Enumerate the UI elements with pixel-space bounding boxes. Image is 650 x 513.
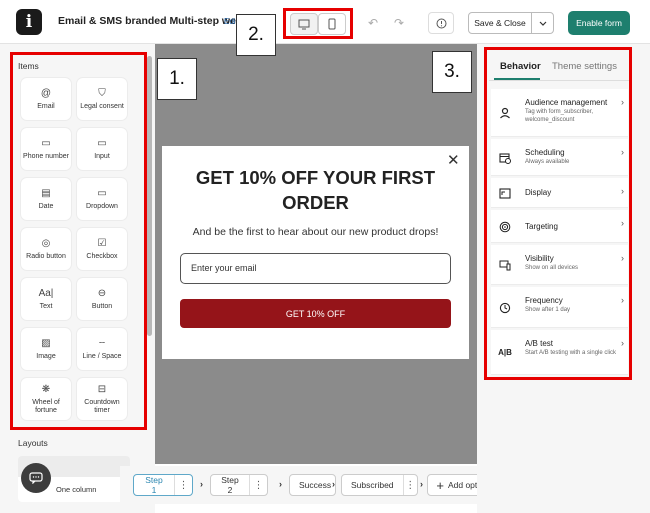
popup-subtext[interactable]: And be the first to hear about our new p…	[170, 226, 461, 238]
step-label: Step 1	[145, 475, 163, 495]
chevron-right-icon: ›	[420, 479, 423, 489]
callout-label-3: 3.	[432, 51, 472, 93]
chat-icon	[29, 472, 43, 484]
enable-form-button[interactable]: Enable form	[568, 11, 630, 35]
chevron-right-icon: ›	[200, 479, 203, 489]
step-label: Subscribed	[351, 480, 394, 490]
step-step-2[interactable]: Step 2 ⋮	[210, 474, 268, 496]
popup-headline[interactable]: GET 10% OFF YOUR FIRST ORDER	[182, 165, 449, 215]
plus-icon: +	[436, 477, 444, 493]
undo-icon: ↶	[367, 16, 379, 30]
callout-label-2: 2.	[236, 14, 276, 56]
save-options-dropdown[interactable]	[531, 12, 554, 34]
info-button[interactable]	[428, 12, 454, 34]
chevron-right-icon: ›	[279, 479, 282, 489]
step-step-1[interactable]: Step 1 ⋮	[133, 474, 193, 496]
app-logo[interactable]: i	[16, 9, 42, 35]
step-subscribed[interactable]: Subscribed ⋮	[341, 474, 418, 496]
layouts-header: Layouts	[18, 438, 48, 448]
redo-icon: ↷	[393, 16, 405, 30]
chevron-right-icon: ›	[332, 479, 335, 489]
chevron-down-icon	[539, 21, 546, 26]
callout-box-items	[10, 52, 147, 430]
info-icon	[436, 18, 446, 28]
edit-title-link[interactable]: Edi	[224, 17, 236, 26]
callout-label-1: 1.	[157, 58, 197, 100]
more-vertical-icon[interactable]: ⋮	[174, 475, 192, 495]
layout-one-column-label: One column	[56, 485, 97, 494]
items-scrollbar[interactable]	[147, 56, 152, 336]
step-label: Step 2	[221, 475, 239, 495]
callout-box-behavior	[484, 47, 632, 380]
callout-box-device	[283, 8, 353, 39]
more-vertical-icon[interactable]: ⋮	[402, 475, 417, 495]
more-vertical-icon[interactable]: ⋮	[249, 475, 267, 495]
save-close-button[interactable]: Save & Close	[468, 12, 532, 34]
popup-cta-button[interactable]: GET 10% OFF	[180, 299, 451, 328]
form-title: Email & SMS branded Multi-step wel...	[58, 15, 248, 27]
email-field[interactable]: Enter your email	[180, 253, 451, 284]
undo-button[interactable]: ↶	[360, 12, 386, 34]
chat-support-button[interactable]	[21, 463, 51, 493]
step-success[interactable]: Success	[289, 474, 336, 496]
redo-button[interactable]: ↷	[386, 12, 412, 34]
